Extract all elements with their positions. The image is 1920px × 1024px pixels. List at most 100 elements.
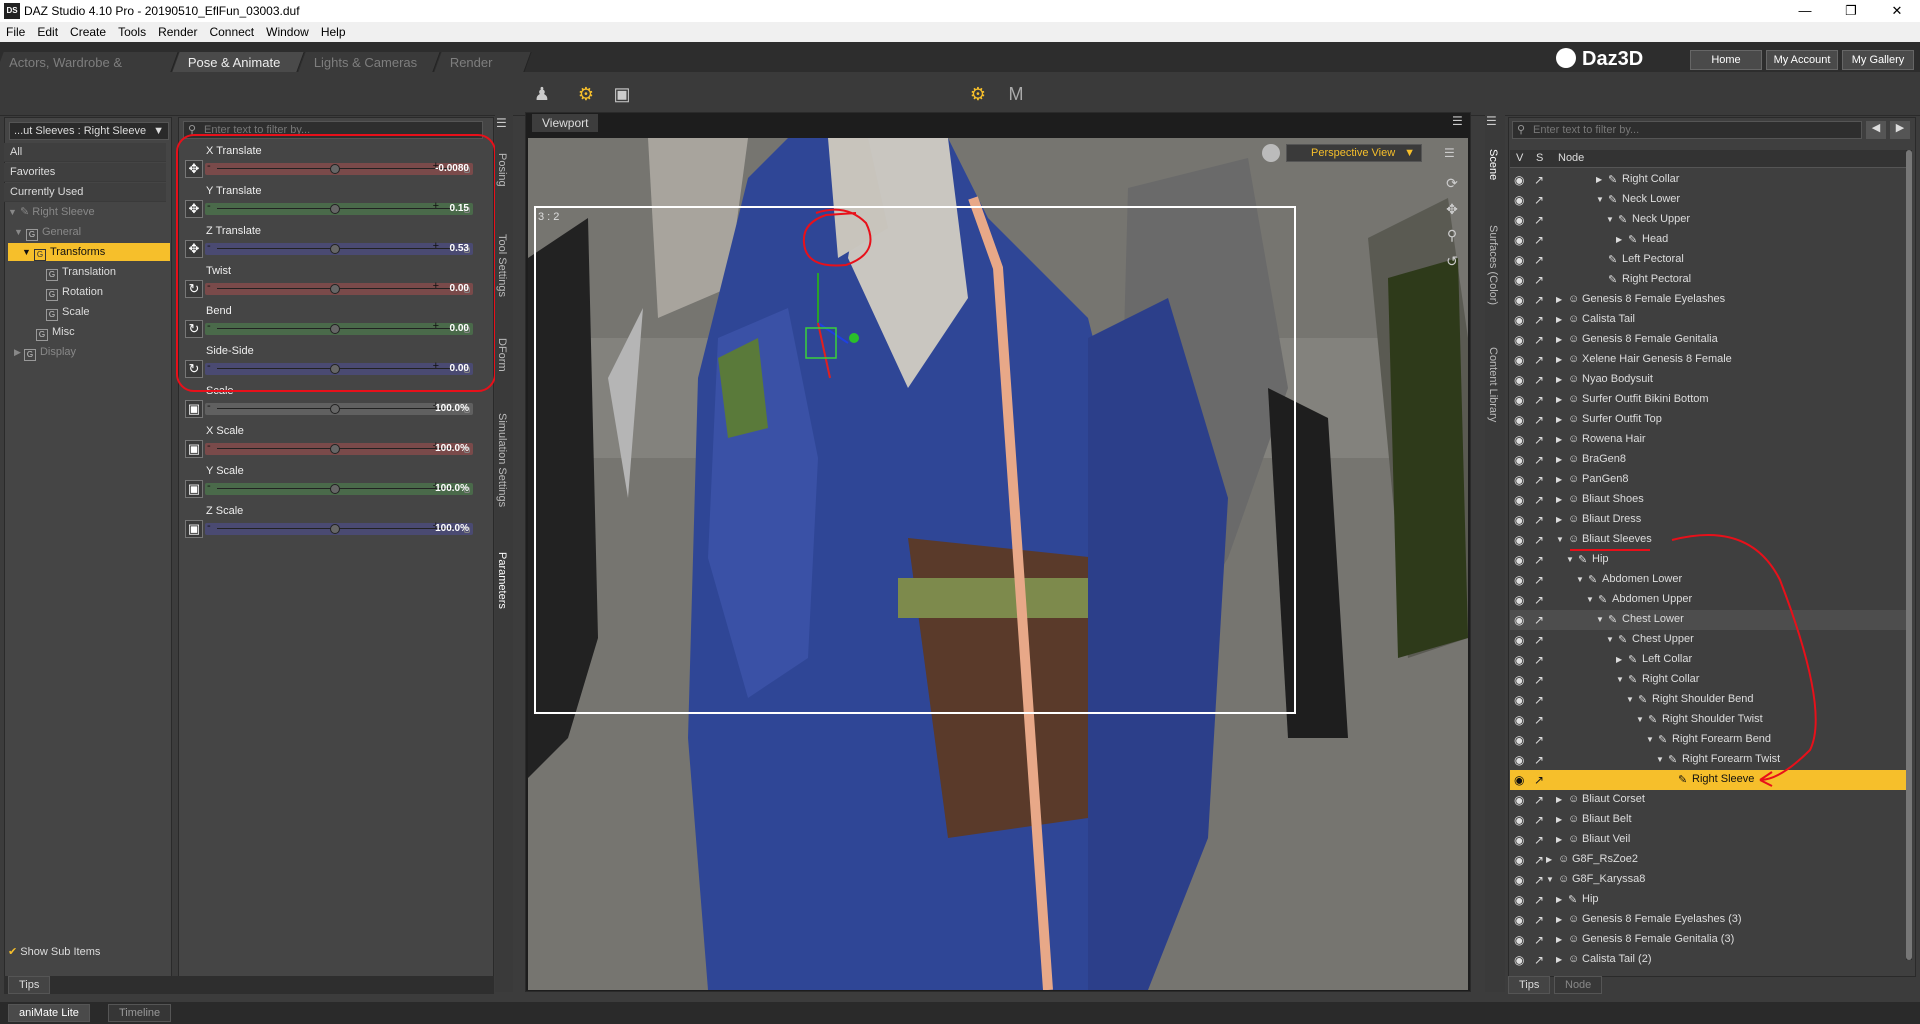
viewport-3d-scene[interactable]: 3 : 2: [528, 138, 1468, 990]
tree-node-misc[interactable]: G Misc: [36, 323, 166, 341]
visibility-eye-icon[interactable]: ◉: [1514, 433, 1524, 447]
scene-row[interactable]: ◉ ↗ ▶ ☺ Genesis 8 Female Genitalia (3): [1510, 930, 1906, 950]
menu-file[interactable]: File: [0, 22, 31, 39]
slider-value[interactable]: 100.0%: [435, 483, 469, 494]
visibility-eye-icon[interactable]: ◉: [1514, 553, 1524, 567]
tab-tool-settings[interactable]: Tool Settings: [496, 225, 508, 305]
scene-row[interactable]: ◉ ↗ ▶ ☺ Bliaut Belt: [1510, 810, 1906, 830]
tree-node-display[interactable]: ▶ G Display: [14, 343, 170, 361]
visibility-eye-icon[interactable]: ◉: [1514, 453, 1524, 467]
gizmo-x-axis[interactable]: [817, 322, 831, 379]
menu-render[interactable]: Render: [152, 22, 203, 39]
selectable-icon[interactable]: ↗: [1534, 833, 1544, 847]
zoom-icon[interactable]: ⚲: [1442, 222, 1462, 248]
visibility-eye-icon[interactable]: ◉: [1514, 273, 1524, 287]
expand-arrow-icon[interactable]: ▼: [1586, 595, 1594, 604]
scene-row[interactable]: ◉ ↗ ▶ ☺ Bliaut Dress: [1510, 510, 1906, 530]
expand-arrow-icon[interactable]: ▶: [1556, 915, 1562, 924]
expand-arrow-icon[interactable]: ▶: [1556, 335, 1562, 344]
visibility-eye-icon[interactable]: ◉: [1514, 653, 1524, 667]
scene-row[interactable]: ◉ ↗ ▶ ☺ Xelene Hair Genesis 8 Female: [1510, 350, 1906, 370]
expand-arrow-icon[interactable]: ▶: [1556, 475, 1562, 484]
scale-icon[interactable]: ▣: [185, 440, 203, 458]
selectable-icon[interactable]: ↗: [1534, 953, 1544, 967]
expand-arrow-icon[interactable]: ▶: [1556, 375, 1562, 384]
visibility-eye-icon[interactable]: ◉: [1514, 613, 1524, 627]
tab-actors[interactable]: Actors, Wardrobe & Props: [0, 52, 179, 85]
visibility-eye-icon[interactable]: ◉: [1514, 713, 1524, 727]
selectable-icon[interactable]: ↗: [1534, 513, 1544, 527]
visibility-eye-icon[interactable]: ◉: [1514, 673, 1524, 687]
tree-node-right-sleeve[interactable]: ▼ ✎ Right Sleeve: [8, 203, 170, 221]
figure-tool-icon[interactable]: ♟: [530, 82, 554, 106]
tab-animate-lite[interactable]: aniMate Lite: [8, 1004, 90, 1022]
visibility-eye-icon[interactable]: ◉: [1514, 393, 1524, 407]
visibility-eye-icon[interactable]: ◉: [1514, 173, 1524, 187]
visibility-eye-icon[interactable]: ◉: [1514, 773, 1524, 787]
expand-arrow-icon[interactable]: ▶: [1556, 495, 1562, 504]
expand-arrow-icon[interactable]: ▶: [1556, 955, 1562, 964]
expand-arrow-icon[interactable]: ▶: [1556, 295, 1562, 304]
expand-arrow-icon[interactable]: ▶: [1556, 315, 1562, 324]
expand-arrow-icon[interactable]: ▼: [1546, 875, 1554, 884]
selectable-icon[interactable]: ↗: [1534, 173, 1544, 187]
selectable-icon[interactable]: ↗: [1534, 493, 1544, 507]
visibility-eye-icon[interactable]: ◉: [1514, 733, 1524, 747]
selectable-icon[interactable]: ↗: [1534, 893, 1544, 907]
slider-bar[interactable]: - +: [205, 480, 473, 495]
selectable-icon[interactable]: ↗: [1534, 633, 1544, 647]
expand-arrow-icon[interactable]: ▶: [1616, 235, 1622, 244]
parameter-slider[interactable]: X Scale ▣ - +100.0%: [183, 423, 491, 461]
scene-row[interactable]: ◉ ↗ ▶ ☺ Genesis 8 Female Eyelashes: [1510, 290, 1906, 310]
menu-connect[interactable]: Connect: [203, 22, 260, 39]
selectable-icon[interactable]: ↗: [1534, 533, 1544, 547]
selectable-icon[interactable]: ↗: [1534, 273, 1544, 287]
selectable-icon[interactable]: ↗: [1534, 293, 1544, 307]
pan-icon[interactable]: ✥: [1442, 196, 1462, 222]
tree-node-rotation[interactable]: G Rotation: [46, 283, 166, 301]
expand-arrow-icon[interactable]: ▶: [1556, 835, 1562, 844]
tab-simulation-settings[interactable]: Simulation Settings: [496, 405, 508, 515]
expand-arrow-icon[interactable]: ▶: [1556, 515, 1562, 524]
scene-row[interactable]: ◉ ↗ ▶ ☺ Surfer Outfit Top: [1510, 410, 1906, 430]
expand-arrow-icon[interactable]: ▼: [1646, 735, 1654, 744]
scale-icon[interactable]: ▣: [185, 520, 203, 538]
visibility-eye-icon[interactable]: ◉: [1514, 353, 1524, 367]
header-node[interactable]: Node: [1558, 152, 1584, 164]
visibility-eye-icon[interactable]: ◉: [1514, 373, 1524, 387]
visibility-eye-icon[interactable]: ◉: [1514, 933, 1524, 947]
scene-filter-input[interactable]: Enter text to filter by...: [1512, 121, 1862, 139]
tree-node-translation[interactable]: G Translation: [46, 263, 166, 281]
camera-orbit-icon[interactable]: ⚙: [574, 82, 598, 106]
tab-dform[interactable]: DForm: [496, 335, 508, 375]
tab-render[interactable]: Render: [434, 52, 532, 72]
tree-node-scale[interactable]: G Scale: [46, 303, 166, 321]
selectable-icon[interactable]: ↗: [1534, 553, 1544, 567]
menu-help[interactable]: Help: [315, 22, 352, 39]
scene-row[interactable]: ◉ ↗ ▼ ✎ Neck Upper: [1510, 210, 1906, 230]
selectable-icon[interactable]: ↗: [1534, 333, 1544, 347]
scene-row[interactable]: ◉ ↗ ▶ ☺ Genesis 8 Female Eyelashes (3): [1510, 910, 1906, 930]
scene-row[interactable]: ◉ ↗ ▶ ☺ Calista Tail (2): [1510, 950, 1906, 970]
scene-panel-menu-icon[interactable]: ☰: [1486, 114, 1497, 128]
selectable-icon[interactable]: ↗: [1534, 193, 1544, 207]
scale-icon[interactable]: ▣: [185, 480, 203, 498]
selectable-icon[interactable]: ↗: [1534, 593, 1544, 607]
menu-window[interactable]: Window: [260, 22, 315, 39]
selectable-icon[interactable]: ↗: [1534, 613, 1544, 627]
maximize-icon[interactable]: ❐: [1828, 0, 1874, 22]
minus-icon[interactable]: -: [207, 520, 211, 532]
viewport-menu-icon[interactable]: ☰: [1452, 114, 1463, 128]
selectable-icon[interactable]: ↗: [1534, 393, 1544, 407]
node-selector-dropdown[interactable]: ...ut Sleeves : Right Sleeve ▼: [9, 122, 169, 140]
parameter-slider[interactable]: Y Scale ▣ - +100.0%: [183, 463, 491, 501]
menu-edit[interactable]: Edit: [31, 22, 64, 39]
selectable-icon[interactable]: ↗: [1534, 753, 1544, 767]
visibility-eye-icon[interactable]: ◉: [1514, 633, 1524, 647]
perspective-view-dropdown[interactable]: Perspective View ▼: [1286, 144, 1422, 162]
selectable-icon[interactable]: ↗: [1534, 713, 1544, 727]
scene-row[interactable]: ◉ ↗ ▶ ☺ Bliaut Corset: [1510, 790, 1906, 810]
selectable-icon[interactable]: ↗: [1534, 253, 1544, 267]
tab-content-library[interactable]: Content Library: [1487, 340, 1499, 430]
minus-icon[interactable]: -: [207, 400, 211, 412]
